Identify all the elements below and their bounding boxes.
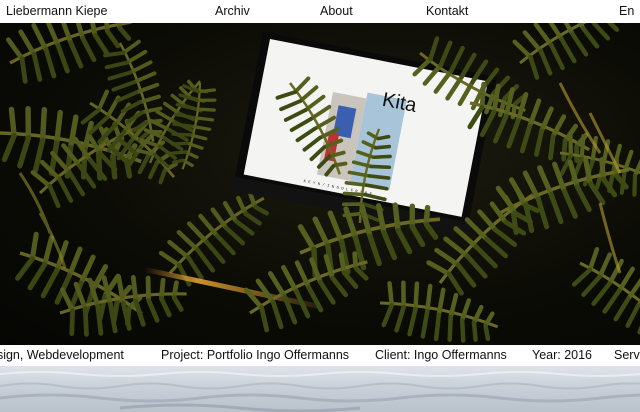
- ticker-project: Project: Portfolio Ingo Offermanns: [161, 348, 350, 362]
- hero-image: Kita K E Y N / I N G O L E R S B E . . .: [0, 23, 640, 345]
- ticker-client: Client: Ingo Offermanns: [375, 348, 507, 362]
- project-info-ticker: esign, Webdevelopment Project: Portfolio…: [0, 345, 640, 366]
- water-ripples: [0, 371, 640, 412]
- water-image: [0, 366, 640, 412]
- top-navigation: Liebermann Kiepe Archiv About Kontakt En: [0, 0, 640, 23]
- nav-archiv-link[interactable]: Archiv: [215, 0, 250, 23]
- language-toggle[interactable]: En: [619, 0, 634, 23]
- ticker-year: Year: 2016: [532, 348, 593, 362]
- nav-about-link[interactable]: About: [320, 0, 353, 23]
- ticker-next: Servi: [614, 348, 640, 362]
- hero-scene: Kita K E Y N / I N G O L E R S B E . . .: [0, 23, 640, 345]
- brand-link[interactable]: Liebermann Kiepe: [6, 0, 107, 23]
- nav-kontakt-link[interactable]: Kontakt: [426, 0, 468, 23]
- ticker-services: esign, Webdevelopment: [0, 348, 124, 362]
